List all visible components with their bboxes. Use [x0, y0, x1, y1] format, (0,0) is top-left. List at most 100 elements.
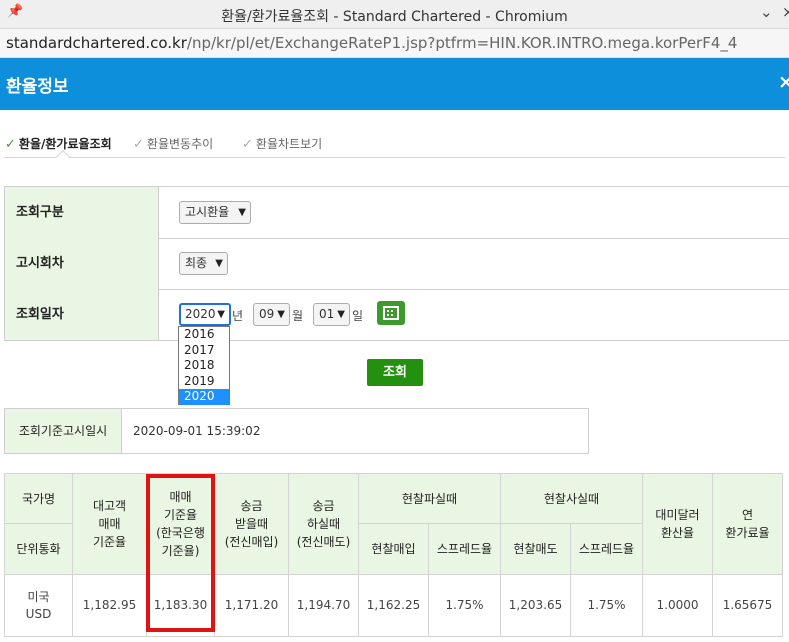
cell-remit-send: 1,194.70: [288, 574, 359, 637]
header-line: 하실때: [306, 517, 341, 531]
notice-datetime-box: 조회기준고시일시 2020-09-01 15:39:02: [4, 408, 589, 454]
day-value: 01: [319, 307, 335, 321]
address-bar[interactable]: standardchartered.co.kr/np/kr/pl/et/Exch…: [0, 29, 789, 58]
calendar-icon: [383, 306, 399, 320]
day-select[interactable]: 01 ▼: [313, 303, 350, 326]
header-line: 연: [741, 508, 754, 522]
col-header-remit-send: 송금 하실때 (전신매도): [288, 473, 359, 575]
calendar-button[interactable]: [377, 301, 405, 325]
col-header-remit-receive: 송금 받을때 (전신매입): [214, 473, 289, 575]
header-line: 환산율: [660, 526, 695, 540]
header-line: 대고객: [92, 499, 127, 513]
country-name: 미국: [27, 589, 50, 604]
tab-pointer: [55, 149, 71, 165]
url-text: standardchartered.co.kr/np/kr/pl/et/Exch…: [6, 34, 737, 52]
chevron-down-icon: ▼: [238, 207, 246, 218]
year-dropdown-list[interactable]: 2016 2017 2018 2019 2020: [178, 326, 230, 405]
header-line: 송금: [312, 499, 335, 513]
header-line: 기준율: [92, 535, 127, 549]
tab-label: 환율/환가료율조회: [18, 137, 112, 151]
col-header-spread-1: 스프레드율: [428, 523, 501, 575]
cell-country: 미국 USD: [4, 574, 73, 637]
url-path: /np/kr/pl/et/ExchangeRateP1.jsp?ptfrm=HI…: [186, 34, 738, 52]
query-date-label: 조회일자: [5, 289, 159, 340]
col-header-cash-buy-group: 현찰사실때: [500, 473, 643, 524]
cell-cash-sell: 1,203.65: [500, 574, 571, 637]
exchange-rate-table: 국가명 대고객 매매 기준율 매매 기준율 (한국은행 기준율) 송금 받을때 …: [4, 473, 783, 637]
header-line: 매매: [98, 517, 121, 531]
month-select[interactable]: 09 ▼: [253, 303, 290, 326]
close-icon[interactable]: ×: [778, 71, 789, 93]
chevron-down-icon: ▼: [215, 258, 223, 269]
query-type-value: 고시환율: [185, 205, 230, 219]
col-header-customer-rate: 대고객 매매 기준율: [72, 473, 147, 575]
tab-label: 환율변동추이: [146, 137, 214, 151]
check-icon: ✓: [133, 137, 144, 152]
check-icon: ✓: [5, 137, 16, 152]
table-header-row: 국가명 대고객 매매 기준율 매매 기준율 (한국은행 기준율) 송금 받을때 …: [4, 473, 783, 575]
tab-exchange-rate-lookup[interactable]: ✓ 환율/환가료율조회: [5, 135, 112, 152]
form-row-notice-round: 고시회차 최종 ▼: [5, 238, 789, 290]
window-close-icon[interactable]: ×: [782, 3, 789, 21]
notice-datetime-value: 2020-09-01 15:39:02: [133, 424, 261, 438]
day-unit: 일: [352, 309, 364, 323]
tab-divider: [4, 157, 785, 158]
cell-remit-receive: 1,171.20: [214, 574, 289, 637]
page-title: 환율정보: [6, 77, 69, 97]
notice-round-label: 고시회차: [5, 238, 159, 289]
cell-annual-rate: 1.65675: [712, 574, 783, 637]
year-unit: 년: [232, 309, 244, 323]
chevron-down-icon: ▼: [337, 309, 345, 320]
year-option[interactable]: 2016: [179, 327, 229, 343]
cell-customer-rate: 1,182.95: [72, 574, 147, 637]
col-header-annual-rate: 연 환가료율: [712, 473, 783, 575]
col-header-usd-conversion: 대미달러 환산율: [642, 473, 713, 575]
col-header-spread-2: 스프레드율: [570, 523, 643, 575]
year-option[interactable]: 2017: [179, 343, 229, 359]
notice-round-select[interactable]: 최종 ▼: [179, 252, 228, 275]
currency-code: USD: [25, 606, 52, 621]
header-line: 환가료율: [725, 526, 770, 540]
cell-cash-buy: 1,162.25: [358, 574, 429, 637]
cell-spread-2: 1.75%: [570, 574, 643, 637]
header-line: 받을때: [234, 517, 269, 531]
col-header-cash-sell-rate: 현찰매도: [500, 523, 571, 575]
check-icon: ✓: [242, 137, 253, 152]
col-header-cash-buy-rate: 현찰매입: [358, 523, 429, 575]
query-button[interactable]: 조회: [367, 359, 423, 386]
year-select[interactable]: 2020 ▼: [179, 303, 231, 326]
col-header-country: 국가명: [4, 473, 73, 524]
col-header-unit-currency: 단위통화: [4, 523, 73, 575]
search-form: 조회구분 고시환율 ▼ 고시회차 최종 ▼ 조회일자 2020 ▼ 년 09 ▼…: [4, 186, 789, 341]
url-host: standardchartered.co.kr: [6, 34, 187, 52]
col-header-cash-sell-group: 현찰파실때: [358, 473, 501, 524]
month-value: 09: [259, 307, 275, 321]
year-value: 2020: [185, 307, 216, 321]
chevron-down-icon: ▼: [217, 309, 225, 320]
cell-usd-conversion: 1.0000: [642, 574, 713, 637]
header-line: 송금: [240, 499, 263, 513]
month-unit: 월: [292, 309, 304, 323]
notice-round-value: 최종: [185, 256, 208, 270]
year-option-selected[interactable]: 2020: [179, 389, 229, 405]
highlight-box: [146, 474, 215, 632]
window-title: 환율/환가료율조회 - Standard Chartered - Chromiu…: [221, 9, 568, 25]
window-titlebar: 📌 환율/환가료율조회 - Standard Chartered - Chrom…: [0, 0, 789, 29]
year-option[interactable]: 2018: [179, 358, 229, 374]
year-option[interactable]: 2019: [179, 374, 229, 390]
table-row: 미국 USD 1,182.95 1,183.30 1,171.20 1,194.…: [4, 574, 783, 637]
tab-rate-trend[interactable]: ✓ 환율변동추이: [133, 135, 213, 152]
notice-datetime-label: 조회기준고시일시: [5, 409, 122, 453]
tab-rate-chart[interactable]: ✓ 환율차트보기: [242, 135, 322, 152]
form-row-query-type: 조회구분 고시환율 ▼: [5, 187, 789, 239]
header-line: (전신매입): [224, 535, 279, 549]
form-row-query-date: 조회일자 2020 ▼ 년 09 ▼ 월 01 ▼ 일: [5, 289, 789, 340]
cell-spread-1: 1.75%: [428, 574, 501, 637]
chevron-down-icon[interactable]: ⌄: [760, 3, 773, 21]
query-type-select[interactable]: 고시환율 ▼: [179, 201, 251, 224]
tab-label: 환율차트보기: [255, 137, 323, 151]
page-header: 환율정보 ×: [0, 58, 789, 110]
header-line: (전신매도): [296, 535, 351, 549]
chevron-down-icon: ▼: [277, 309, 285, 320]
header-line: 대미달러: [655, 508, 700, 522]
